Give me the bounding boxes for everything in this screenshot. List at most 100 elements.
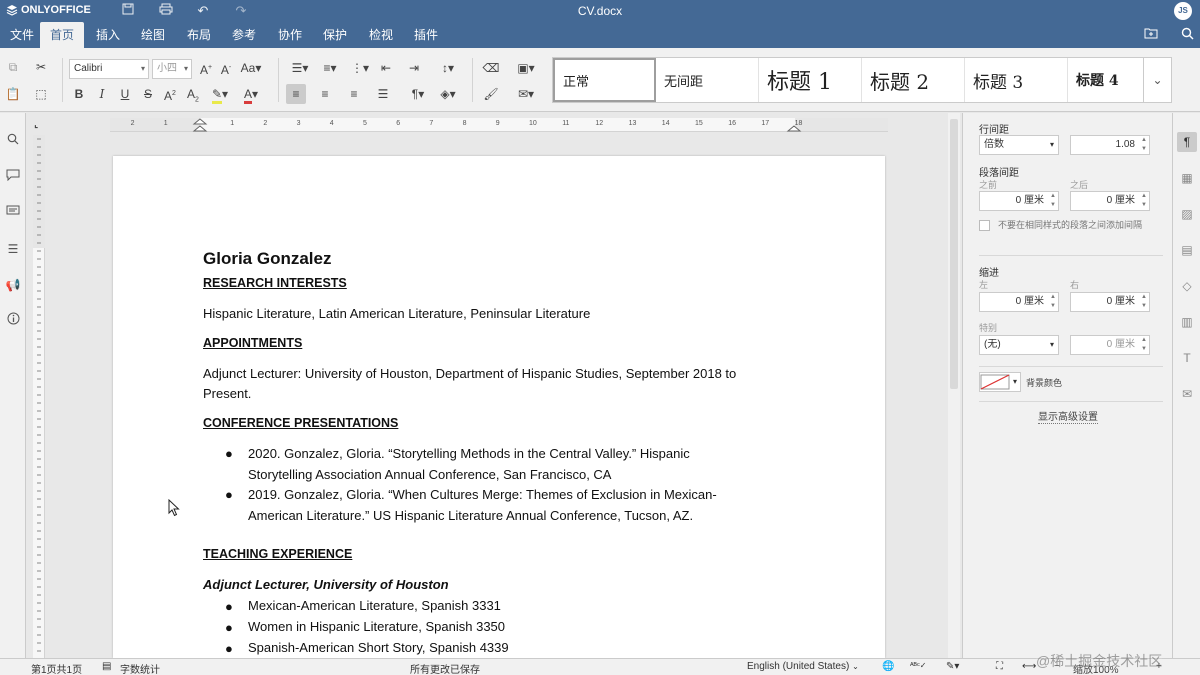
multilevel-list-icon[interactable]: ⋮▾: [346, 58, 374, 78]
language-select[interactable]: English (United States) ⌄: [747, 661, 859, 672]
tab-collaboration[interactable]: 协作: [268, 22, 312, 48]
globe-icon[interactable]: 🌐: [882, 661, 894, 672]
align-center-icon[interactable]: ≡: [315, 84, 335, 104]
paragraph-shading-icon[interactable]: ◈▾: [434, 84, 462, 104]
align-right-icon[interactable]: ≡: [344, 84, 364, 104]
scrollbar-thumb[interactable]: [950, 119, 958, 389]
shape-settings-icon[interactable]: ◇: [1177, 276, 1197, 296]
about-icon[interactable]: [3, 311, 23, 331]
decrease-font-icon[interactable]: A-: [216, 58, 236, 78]
mail-merge-icon[interactable]: ✉▾: [512, 84, 540, 104]
paragraph-settings-icon[interactable]: ¶: [1177, 132, 1197, 152]
strikethrough-icon[interactable]: S: [138, 84, 158, 104]
style-heading-1[interactable]: 标题 1: [759, 58, 862, 102]
change-case-icon[interactable]: Aa▾: [238, 58, 264, 78]
search-icon[interactable]: [3, 131, 23, 151]
ruler-label: 1: [163, 120, 168, 127]
tab-plugins[interactable]: 插件: [404, 22, 448, 48]
toolbar-divider: [62, 58, 63, 102]
toolbar-divider: [472, 58, 473, 102]
line-spacing-icon[interactable]: ↕▾: [434, 58, 462, 78]
highlight-color-icon[interactable]: ✎▾: [207, 84, 233, 104]
spacing-after-input[interactable]: 0 厘米 ▲ ▼: [1070, 191, 1150, 211]
increase-indent-icon[interactable]: ⇥: [404, 58, 424, 78]
font-color-icon[interactable]: A▾: [238, 84, 264, 104]
mail-merge-settings-icon[interactable]: ✉: [1177, 384, 1197, 404]
chevron-down-icon: ▾: [140, 64, 145, 73]
align-left-icon[interactable]: ≡: [286, 84, 306, 104]
spacing-before-input[interactable]: 0 厘米 ▲ ▼: [979, 191, 1059, 211]
horizontal-ruler[interactable]: 2 1 1 2 3 4 5 6 7 8 9 10 11 12 13 14 15 16 17 18: [110, 118, 888, 132]
bullet-list-icon[interactable]: ☰▾: [286, 58, 314, 78]
comments-icon[interactable]: [3, 167, 23, 187]
paste-icon[interactable]: 📋: [3, 84, 23, 104]
header-footer-settings-icon[interactable]: ▤: [1177, 240, 1197, 260]
tab-view[interactable]: 检视: [359, 22, 403, 48]
fit-page-icon[interactable]: ⛶: [996, 661, 1003, 672]
track-changes-icon[interactable]: ✎▾: [946, 661, 959, 672]
toolbar-divider: [278, 58, 279, 102]
chart-settings-icon[interactable]: ▥: [1177, 312, 1197, 332]
copy-icon[interactable]: ⧉: [3, 57, 23, 77]
decrease-indent-icon[interactable]: ⇤: [376, 58, 396, 78]
special-indent-amount-input[interactable]: 0 厘米 ▲ ▼: [1070, 335, 1150, 355]
indent-left-input[interactable]: 0 厘米 ▲ ▼: [979, 292, 1059, 312]
text-art-settings-icon[interactable]: T: [1177, 348, 1197, 368]
fit-width-icon[interactable]: ⟷: [1022, 661, 1036, 672]
tab-file[interactable]: 文件: [0, 22, 44, 48]
superscript-icon[interactable]: A2: [160, 84, 180, 104]
color-scheme-icon[interactable]: ▣▾: [512, 58, 540, 78]
word-count-button[interactable]: 字数统计: [120, 661, 160, 675]
chat-icon[interactable]: [3, 203, 23, 223]
image-settings-icon[interactable]: ▨: [1177, 204, 1197, 224]
copy-style-icon[interactable]: 🖌: [481, 84, 501, 104]
style-normal[interactable]: 正常: [553, 58, 656, 102]
tab-insert[interactable]: 插入: [86, 22, 130, 48]
tab-home[interactable]: 首页: [40, 22, 85, 48]
line-spacing-value-input[interactable]: 1.08 ▲ ▼: [1070, 135, 1150, 155]
increase-font-icon[interactable]: A+: [196, 58, 216, 78]
search-icon[interactable]: [1179, 27, 1195, 43]
underline-icon[interactable]: U: [115, 84, 135, 104]
font-size-value: 小四: [157, 63, 177, 74]
styles-expand-button[interactable]: ⌄: [1143, 58, 1171, 102]
tab-protection[interactable]: 保护: [313, 22, 357, 48]
show-advanced-settings-link[interactable]: 显示高级设置: [1038, 408, 1098, 424]
background-color-picker[interactable]: ▾: [979, 372, 1021, 392]
table-settings-icon[interactable]: ▦: [1177, 168, 1197, 188]
numbered-list-icon[interactable]: ≡▾: [316, 58, 344, 78]
indent-right-input[interactable]: 0 厘米 ▲ ▼: [1070, 292, 1150, 312]
nonprinting-characters-icon[interactable]: ¶▾: [404, 84, 432, 104]
bullet-icon: ●: [225, 620, 233, 635]
user-avatar[interactable]: JS: [1174, 2, 1192, 20]
tab-draw[interactable]: 绘图: [131, 22, 175, 48]
font-size-select[interactable]: 小四 ▾: [152, 59, 192, 79]
document-page[interactable]: Gloria Gonzalez RESEARCH INTERESTS Hispa…: [113, 156, 885, 658]
feedback-icon[interactable]: 📢: [3, 275, 23, 295]
italic-icon[interactable]: I: [92, 84, 112, 104]
bold-icon[interactable]: B: [69, 84, 89, 104]
style-no-spacing[interactable]: 无间距: [656, 58, 759, 102]
tab-layout[interactable]: 布局: [177, 22, 221, 48]
style-heading-3[interactable]: 标题 3: [965, 58, 1068, 102]
special-indent-select[interactable]: (无) ▾: [979, 335, 1059, 355]
ruler-label: 5: [363, 120, 367, 127]
page-info[interactable]: 第1页共1页: [31, 661, 82, 675]
subscript-icon[interactable]: A2: [183, 84, 203, 104]
dont-add-interval-checkbox[interactable]: [979, 220, 990, 231]
navigation-icon[interactable]: ☰: [3, 239, 23, 259]
font-name-select[interactable]: Calibri ▾: [69, 59, 149, 79]
tab-references[interactable]: 参考: [222, 22, 266, 48]
style-heading-2[interactable]: 标题 2: [862, 58, 965, 102]
tab-stop-selector[interactable]: ⌞: [34, 119, 44, 131]
line-spacing-mode-select[interactable]: 倍数 ▾: [979, 135, 1059, 155]
cut-icon[interactable]: ✂: [31, 57, 51, 77]
select-all-icon[interactable]: ⬚: [31, 84, 51, 104]
vertical-ruler[interactable]: [33, 135, 45, 658]
clear-style-icon[interactable]: ⌫: [481, 58, 501, 78]
align-justify-icon[interactable]: ☰: [373, 84, 393, 104]
open-location-icon[interactable]: [1143, 27, 1159, 43]
spellcheck-icon[interactable]: ᴬᴮᶜ✓: [910, 661, 926, 670]
ruler-label: 10: [529, 120, 537, 127]
document-scrollbar[interactable]: [948, 113, 960, 658]
